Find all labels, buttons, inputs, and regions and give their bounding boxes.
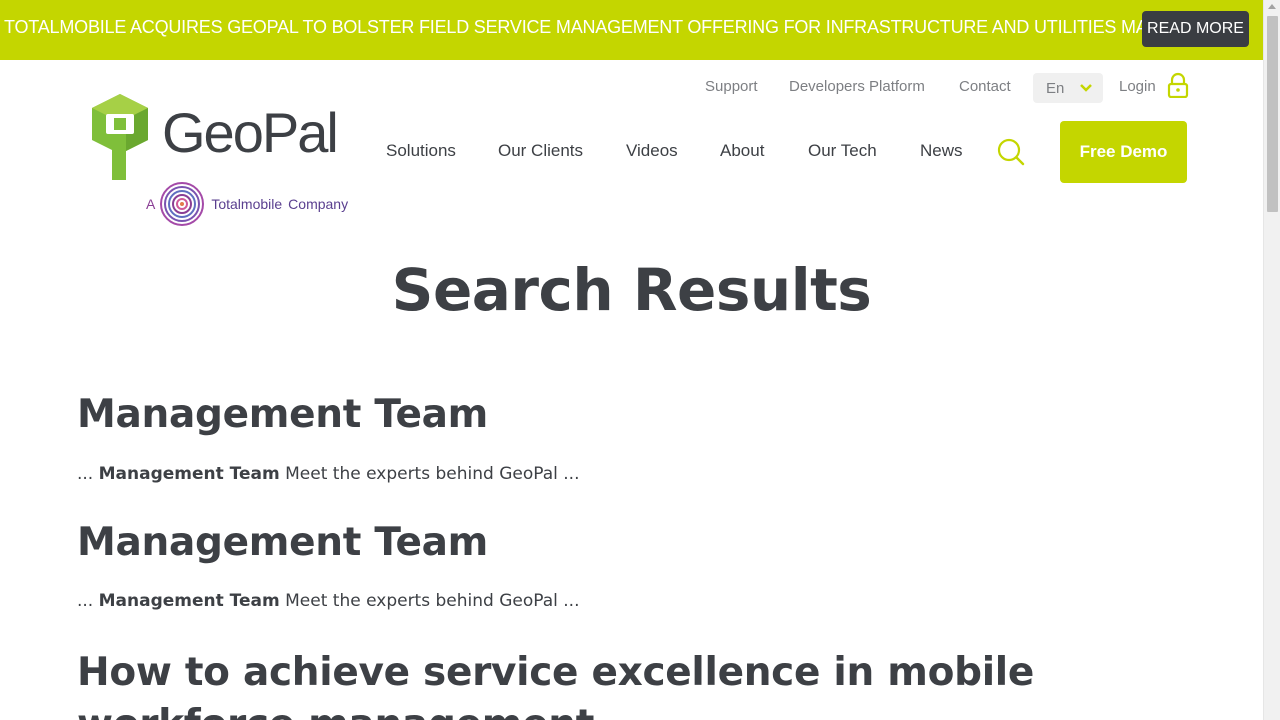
snippet-prefix: ... xyxy=(77,464,94,484)
contact-link[interactable]: Contact xyxy=(959,78,1011,95)
geopal-mark-icon xyxy=(92,94,148,180)
nav-videos[interactable]: Videos xyxy=(626,141,678,161)
nav-our-clients[interactable]: Our Clients xyxy=(498,141,583,161)
language-select[interactable]: En xyxy=(1033,73,1103,103)
nav-solutions[interactable]: Solutions xyxy=(386,141,456,161)
totalmobile-spiral-icon xyxy=(160,182,205,226)
scroll-up-arrow-icon[interactable] xyxy=(1268,4,1276,9)
geopal-logo[interactable]: GeoPal A Totalmobile Company xyxy=(90,92,365,226)
snippet-highlight: Management Team xyxy=(98,591,280,611)
logo-tagline-prefix: A xyxy=(146,196,156,212)
logo-tagline-brand: Totalmobile xyxy=(211,196,283,212)
snippet-text: Meet the experts behind GeoPal ... xyxy=(285,464,580,484)
result-title[interactable]: Management Team xyxy=(77,392,488,437)
result-title[interactable]: How to achieve service excellence in mob… xyxy=(77,647,1207,720)
logo-tagline-suffix: Company xyxy=(288,196,349,212)
login-link[interactable]: Login xyxy=(1119,78,1156,95)
nav-about[interactable]: About xyxy=(720,141,764,161)
result-snippet: ... Management Team Meet the experts beh… xyxy=(77,464,579,484)
search-icon[interactable] xyxy=(996,137,1026,171)
announcement-bar: TOTALMOBILE ACQUIRES GEOPAL TO BOLSTER F… xyxy=(0,0,1263,60)
announcement-text: TOTALMOBILE ACQUIRES GEOPAL TO BOLSTER F… xyxy=(4,17,1207,37)
snippet-text: Meet the experts behind GeoPal ... xyxy=(285,591,580,611)
free-demo-button[interactable]: Free Demo xyxy=(1060,121,1187,183)
scrollbar-thumb[interactable] xyxy=(1267,16,1278,212)
result-snippet: ... Management Team Meet the experts beh… xyxy=(77,591,579,611)
developers-platform-link[interactable]: Developers Platform xyxy=(789,78,925,95)
page-title: Search Results xyxy=(391,256,872,324)
chevron-down-icon xyxy=(1080,84,1092,92)
result-title[interactable]: Management Team xyxy=(77,520,488,565)
language-value: En xyxy=(1046,79,1065,97)
snippet-highlight: Management Team xyxy=(98,464,280,484)
snippet-prefix: ... xyxy=(77,591,94,611)
support-link[interactable]: Support xyxy=(705,78,758,95)
logo-tagline: A Totalmobile Company xyxy=(146,181,348,227)
nav-news[interactable]: News xyxy=(920,141,963,161)
read-more-button[interactable]: READ MORE xyxy=(1142,11,1249,47)
page-scrollbar[interactable] xyxy=(1263,0,1280,720)
nav-our-tech[interactable]: Our Tech xyxy=(808,141,877,161)
lock-icon[interactable] xyxy=(1167,72,1189,98)
logo-wordmark: GeoPal xyxy=(162,101,339,164)
